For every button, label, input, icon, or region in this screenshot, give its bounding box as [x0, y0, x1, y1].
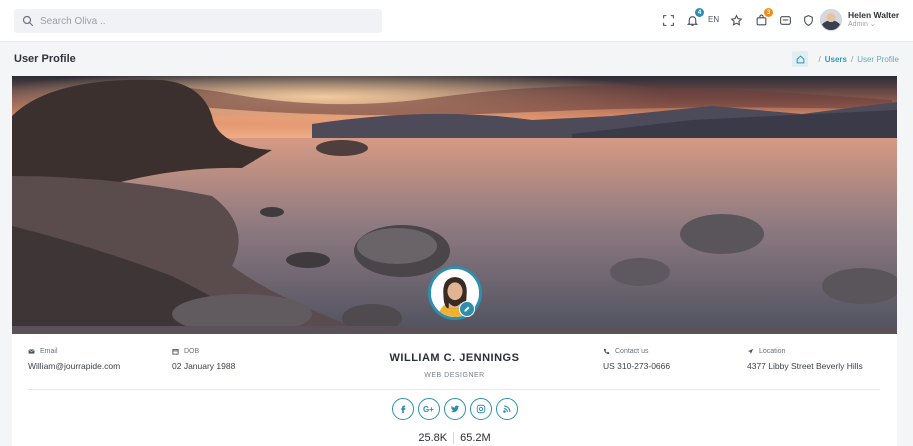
- location-arrow-icon: [747, 348, 754, 355]
- messages-icon[interactable]: [777, 12, 793, 28]
- avatar: [820, 9, 842, 31]
- google-plus-icon: G+: [423, 404, 434, 414]
- social-links: G+: [12, 398, 897, 420]
- stat-value: 65.2M: [453, 432, 497, 444]
- facebook-icon: [400, 405, 405, 414]
- profile-stats: 25.8K 65.2M: [12, 432, 897, 444]
- rss-button[interactable]: [495, 398, 518, 420]
- pencil-icon: [464, 306, 470, 312]
- contact-info: Contact us US 310-273-0666: [603, 348, 670, 371]
- user-role: Admin ⌄: [848, 20, 876, 28]
- shield-icon[interactable]: [800, 12, 816, 28]
- google-plus-button[interactable]: G+: [417, 398, 440, 420]
- breadcrumb: / Users / User Profile: [792, 51, 899, 67]
- fullscreen-icon[interactable]: [660, 12, 676, 28]
- home-icon: [796, 54, 805, 63]
- contact-value: US 310-273-0666: [603, 361, 671, 371]
- contact-label: Contact us: [615, 348, 649, 355]
- cart-badge: 3: [764, 8, 773, 17]
- search-input[interactable]: [40, 15, 360, 27]
- breadcrumb-separator: /: [818, 54, 821, 64]
- favorites-icon[interactable]: [728, 12, 744, 28]
- location-label: Location: [759, 348, 786, 355]
- profile-title: WEB DESIGNER: [424, 372, 485, 379]
- location-info: Location 4377 Libby Street Beverly Hills: [747, 348, 863, 371]
- edit-photo-button[interactable]: [459, 301, 475, 317]
- breadcrumb-current: User Profile: [857, 54, 899, 64]
- facebook-button[interactable]: [391, 398, 414, 420]
- user-name: Helen Walter: [848, 10, 900, 21]
- page-title: User Profile: [14, 53, 76, 65]
- notifications-button[interactable]: 4: [684, 8, 704, 28]
- top-bar: 4 EN 3 Helen Walter Admin ⌄: [0, 0, 913, 42]
- notifications-badge: 4: [695, 8, 704, 17]
- twitter-icon: [450, 405, 459, 413]
- profile-card: Email William@jourrapide.com DOB 02 Janu…: [12, 76, 897, 446]
- phone-icon: [603, 348, 610, 355]
- chevron-down-icon: ⌄: [869, 20, 876, 28]
- twitter-button[interactable]: [443, 398, 466, 420]
- cart-button[interactable]: 3: [753, 8, 773, 28]
- search-icon: [22, 15, 34, 27]
- breadcrumb-home[interactable]: [792, 51, 809, 67]
- language-selector[interactable]: EN: [708, 15, 719, 24]
- stat-value: 25.8K: [418, 432, 448, 444]
- breadcrumb-users[interactable]: Users: [825, 55, 847, 64]
- search-box[interactable]: [14, 9, 382, 33]
- instagram-icon: [476, 404, 485, 414]
- breadcrumb-separator: /: [850, 54, 854, 64]
- divider: [28, 389, 880, 390]
- location-value: 4377 Libby Street Beverly Hills: [747, 361, 863, 371]
- instagram-button[interactable]: [469, 398, 492, 420]
- user-menu[interactable]: Helen Walter Admin ⌄: [820, 9, 899, 31]
- rss-icon: [502, 405, 510, 413]
